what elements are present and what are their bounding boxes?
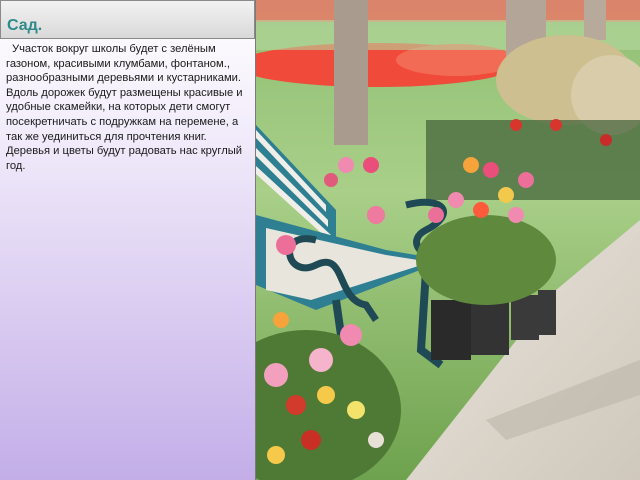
tulip [428, 207, 444, 223]
tulip [510, 119, 522, 131]
tulip [483, 162, 499, 178]
text-panel: Сад. Участок вокруг школы будет с зелёны… [0, 0, 256, 480]
tulip [498, 187, 514, 203]
tulip [338, 157, 354, 173]
tulip [309, 348, 333, 372]
garden-bench-photo [256, 0, 640, 480]
flower [347, 401, 365, 419]
tulip [324, 173, 338, 187]
tree-trunk-3 [584, 0, 606, 40]
flower-pot [471, 300, 509, 355]
tulip [508, 207, 524, 223]
far-flowerbed [256, 0, 640, 22]
tulip [276, 235, 296, 255]
flower-pot [538, 290, 556, 335]
tulip [448, 192, 464, 208]
dark-shrubs [426, 120, 640, 200]
tulip [550, 119, 562, 131]
flower [267, 446, 285, 464]
tree-trunk [334, 0, 368, 145]
tulip [473, 202, 489, 218]
flower [317, 386, 335, 404]
flower [286, 395, 306, 415]
tulip [463, 157, 479, 173]
slide-body-text: Участок вокруг школы будет с зелёным газ… [6, 43, 243, 172]
flower-pot [511, 295, 539, 340]
flower-pot [431, 300, 471, 360]
tulip [264, 363, 288, 387]
slide-title: Сад. [7, 17, 43, 34]
tulip [600, 134, 612, 146]
tulip [363, 157, 379, 173]
tulip-foliage [416, 215, 556, 305]
tulip [518, 172, 534, 188]
flower [368, 432, 384, 448]
tulip [367, 206, 385, 224]
tulip [340, 324, 362, 346]
flower [301, 430, 321, 450]
flower [273, 312, 289, 328]
title-bar: Сад. [0, 0, 255, 39]
